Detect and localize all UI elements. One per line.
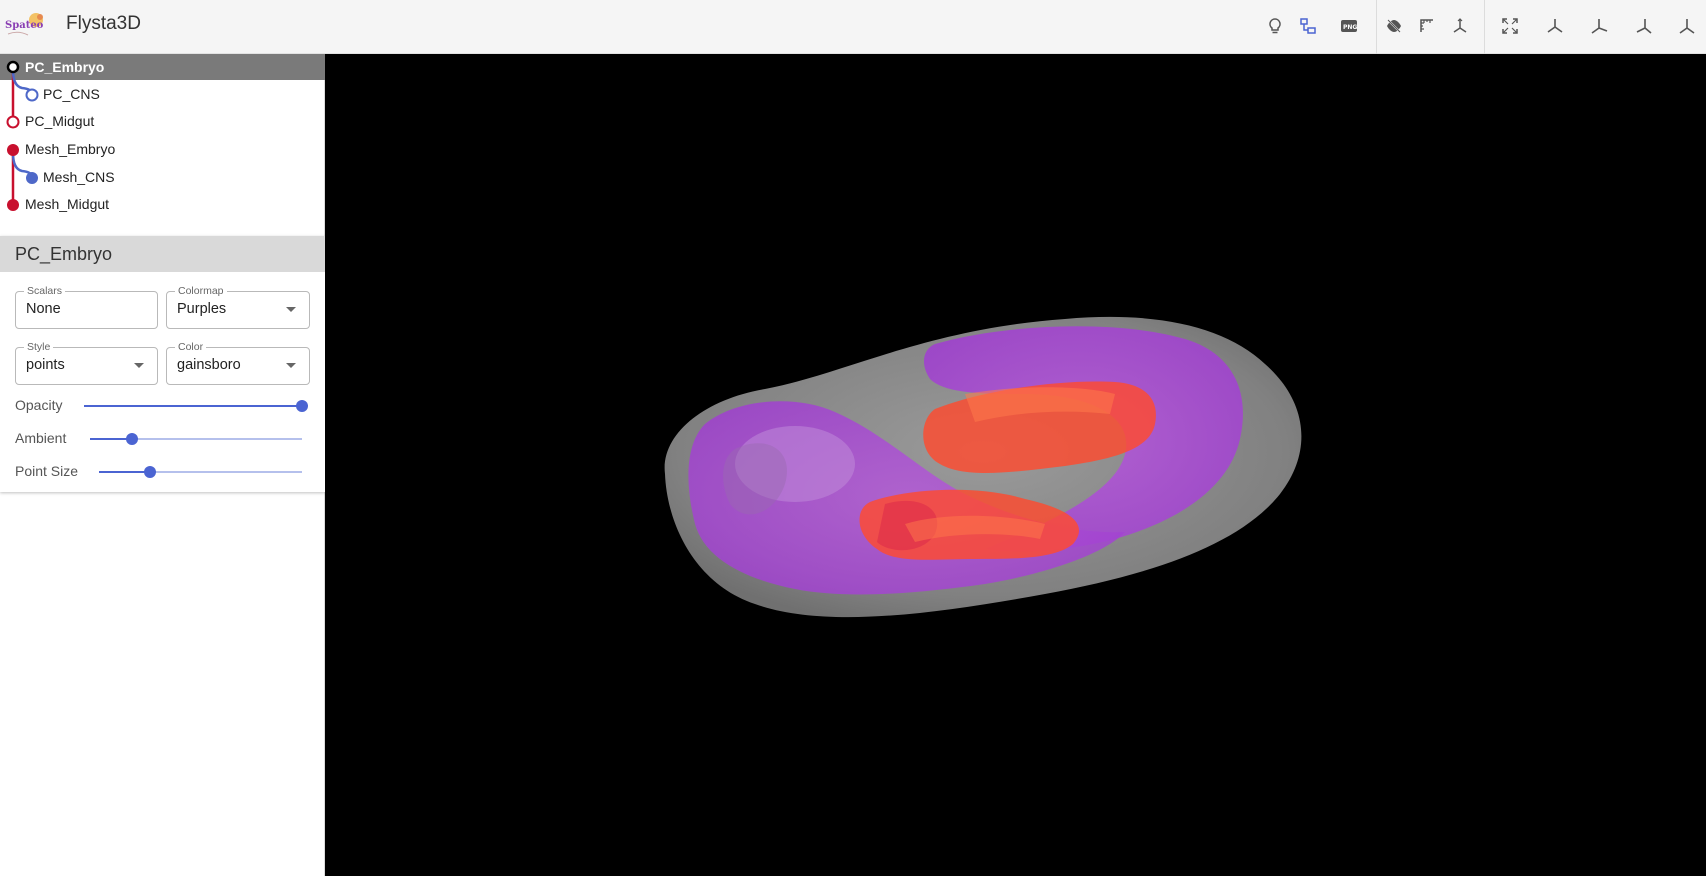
chevron-down-icon: [286, 307, 296, 312]
top-bar: Spateo Flysta3D PNG: [0, 0, 1706, 54]
lightbulb-icon[interactable]: [1261, 12, 1289, 40]
pipeline-tree: PC_Embryo PC_CNS PC_Midgut Mesh_Embryo M…: [0, 54, 325, 226]
point-size-slider-row: Point Size: [0, 460, 325, 484]
chevron-down-icon: [134, 363, 144, 368]
embryo-render: [664, 316, 1302, 618]
style-select[interactable]: Style points: [15, 341, 158, 385]
tree-connectors: [6, 60, 39, 211]
png-export-icon[interactable]: PNG: [1335, 12, 1363, 40]
point-size-slider-fill: [99, 471, 150, 473]
scalars-select[interactable]: Scalars None: [15, 285, 158, 329]
style-label: Style: [24, 341, 54, 353]
panel-title: PC_Embryo: [0, 236, 325, 272]
hide-icon[interactable]: [1380, 12, 1408, 40]
ambient-slider-thumb[interactable]: [126, 433, 139, 445]
spateo-logo: Spateo: [4, 8, 48, 44]
png-text: PNG: [1343, 24, 1357, 31]
ambient-slider[interactable]: [90, 433, 302, 445]
properties-panel: PC_Embryo Scalars None Colormap Purples …: [0, 236, 325, 492]
colormap-select[interactable]: Colormap Purples: [166, 285, 310, 329]
ambient-label: Ambient: [15, 430, 67, 446]
color-value: gainsboro: [177, 357, 241, 373]
opacity-slider-thumb[interactable]: [296, 400, 308, 412]
ambient-slider-row: Ambient: [0, 427, 325, 451]
logo-text: Spateo: [5, 20, 44, 31]
opacity-label: Opacity: [15, 397, 63, 413]
ruler-icon[interactable]: [1413, 12, 1441, 40]
tree-marker-pc-cns: [25, 88, 39, 102]
toolbar-divider: [1376, 0, 1377, 54]
scalars-value: None: [26, 301, 61, 317]
point-size-label: Point Size: [15, 463, 79, 479]
view-axis-x-icon[interactable]: [1541, 12, 1569, 40]
sidebar: PC_Embryo PC_CNS PC_Midgut Mesh_Embryo M…: [0, 54, 325, 876]
scalars-label: Scalars: [24, 285, 66, 297]
tree-marker-pc-embryo: [6, 60, 20, 74]
tree-marker-mesh-midgut: [7, 199, 19, 211]
opacity-slider-row: Opacity: [0, 394, 325, 418]
view-axis-isometric-icon[interactable]: [1673, 12, 1701, 40]
app-title: Flysta3D: [66, 13, 141, 34]
3d-viewport[interactable]: [325, 54, 1706, 876]
fullscreen-icon[interactable]: [1496, 12, 1524, 40]
point-size-slider-thumb[interactable]: [143, 466, 156, 478]
colormap-value: Purples: [177, 301, 227, 317]
toolbar-divider: [1484, 0, 1485, 54]
opacity-slider[interactable]: [84, 400, 308, 412]
color-select[interactable]: Color gainsboro: [166, 341, 310, 385]
color-label: Color: [175, 341, 207, 353]
colormap-label: Colormap: [175, 285, 227, 297]
tree-marker-pc-midgut: [6, 115, 20, 129]
view-axis-y-icon[interactable]: [1585, 12, 1613, 40]
opacity-slider-fill: [84, 405, 302, 407]
tree-marker-mesh-cns: [26, 172, 38, 184]
view-axis-z-icon[interactable]: [1630, 12, 1658, 40]
chevron-down-icon: [286, 363, 296, 368]
axes-grid-icon[interactable]: [1446, 12, 1474, 40]
style-value: points: [26, 357, 65, 373]
point-size-slider[interactable]: [99, 466, 302, 478]
tree-marker-mesh-embryo: [7, 144, 19, 156]
view-layout-icon[interactable]: [1294, 12, 1322, 40]
